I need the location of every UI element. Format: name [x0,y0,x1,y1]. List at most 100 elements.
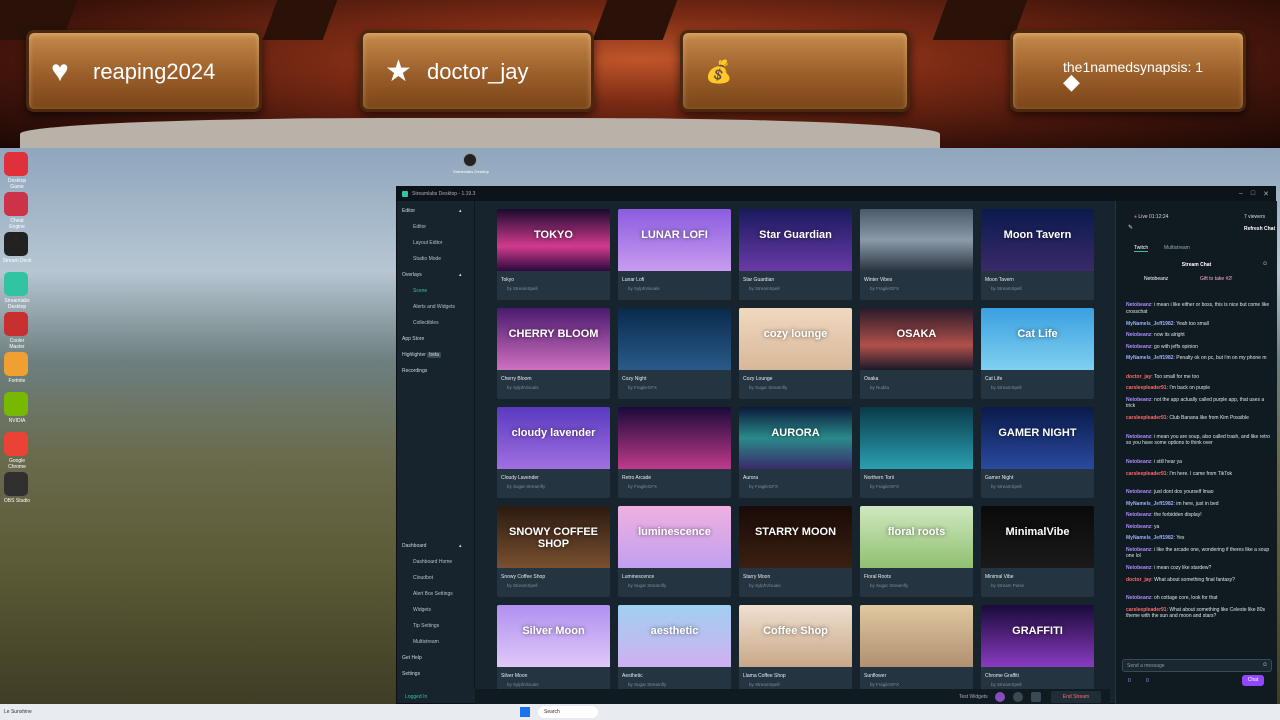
theme-thumbnail[interactable]: aesthetic [618,605,731,667]
refresh-chat-button[interactable]: Refresh Chat [1244,226,1275,232]
theme-card[interactable]: luminescence Luminescence by Sugar Streamf… [618,506,731,597]
theme-card[interactable]: floral roots Floral Roots by Sugar Streamf… [860,506,973,597]
chat-username[interactable]: doctor_jay [1126,577,1151,583]
theme-thumbnail[interactable] [860,605,973,667]
chat-username[interactable]: Netobeanz [1126,489,1151,495]
chat-username[interactable]: Netobeanz [1126,565,1151,571]
chat-username[interactable]: carsleepleader91 [1126,415,1167,421]
desktop-app-icon[interactable] [4,432,28,456]
theme-thumbnail[interactable]: STARRY MOON [739,506,852,568]
chat-username[interactable]: MyNamels_Jeff1982 [1126,321,1174,327]
theme-thumbnail[interactable] [860,209,973,271]
theme-card[interactable]: TOKYO Tokyo by StreamSpell [497,209,610,300]
theme-thumbnail[interactable]: Coffee Shop [739,605,852,667]
chat-username[interactable]: carsleepleader91 [1126,607,1167,613]
record-icon[interactable] [995,692,1005,702]
theme-thumbnail[interactable]: luminescence [618,506,731,568]
end-stream-button[interactable]: End Stream [1051,691,1101,703]
theme-card[interactable]: MinimalVibe Minimal Vibe by Stream Pulse [981,506,1094,597]
chat-username[interactable]: Netobeanz [1126,434,1151,440]
theme-thumbnail[interactable]: OSAKA [860,308,973,370]
close-icon[interactable]: ✕ [1263,190,1269,198]
theme-thumbnail[interactable]: Star Guardian [739,209,852,271]
nav-dashboard[interactable]: Dashboard ▴ [402,543,462,549]
theme-card[interactable]: Sunflower by FragileGFX [860,605,973,689]
chat-username[interactable]: Netobeanz [1126,459,1151,465]
nav-cloudbot[interactable]: Cloudbot [413,575,433,581]
desktop-app-icon[interactable] [4,392,28,416]
nav-app-store[interactable]: App Store [402,336,424,342]
theme-card[interactable]: Coffee Shop Llama Coffee Shop by StreamSpe… [739,605,852,689]
chat-username[interactable]: Netobeanz [1126,512,1151,518]
nav-overlays[interactable]: Overlays ▴ [402,272,462,278]
nav-layout-editor[interactable]: Layout Editor [413,240,442,246]
theme-card[interactable]: LUNAR LOFI Lunar Lofi by SylphVisuals [618,209,731,300]
settings-icon[interactable] [1031,692,1041,702]
nav-settings[interactable]: Settings [402,671,420,677]
chat-username[interactable]: MyNamels_Jeff1982 [1126,355,1174,361]
theme-thumbnail[interactable]: GAMER NIGHT [981,407,1094,469]
test-widgets-button[interactable]: Test Widgets [959,694,988,700]
logged-in-label[interactable]: Logged In [405,694,427,700]
chat-username[interactable]: MyNamels_Jeff1982 [1126,501,1174,507]
nav-highlighter[interactable]: Highlighter beta [402,352,442,358]
theme-card[interactable]: Star Guardian Star Guardian by StreamSpell [739,209,852,300]
theme-card[interactable]: GAMER NIGHT Gamer Night by StreamSpell [981,407,1094,498]
nav-alerts-widgets[interactable]: Alerts and Widgets [413,304,455,310]
theme-card[interactable]: SNOWY COFFEE SHOP Snowy Coffee Shop by Str… [497,506,610,597]
desktop-app-icon[interactable] [4,232,28,256]
chat-username[interactable]: Netobeanz [1126,344,1151,350]
chat-send-button[interactable]: Chat [1242,675,1264,686]
nav-editor[interactable]: Editor ▴ [402,208,462,214]
chat-username[interactable]: doctor_jay [1126,374,1151,380]
chat-username[interactable]: Netobeanz [1126,397,1151,403]
desktop-app-icon[interactable] [4,272,28,296]
theme-thumbnail[interactable]: TOKYO [497,209,610,271]
nav-recordings[interactable]: Recordings [402,368,427,374]
chat-username[interactable]: MyNamels_Jeff1982 [1126,535,1174,541]
theme-thumbnail[interactable]: Moon Tavern [981,209,1094,271]
theme-thumbnail[interactable]: LUNAR LOFI [618,209,731,271]
chat-username[interactable]: Netobeanz [1126,332,1151,338]
theme-thumbnail[interactable]: cozy lounge [739,308,852,370]
nav-get-help[interactable]: Get Help [402,655,422,661]
theme-thumbnail[interactable]: Silver Moon [497,605,610,667]
theme-card[interactable]: cozy lounge Cozy Lounge by Sugar Streamfly [739,308,852,399]
chat-username[interactable]: Netobeanz [1126,595,1151,601]
theme-card[interactable]: aesthetic Aesthetic by Sugar Streamfly [618,605,731,689]
desktop-app-icon[interactable] [4,192,28,216]
nav-tip-settings[interactable]: Tip Settings [413,623,439,629]
nav-alert-box-settings[interactable]: Alert Box Settings [413,591,453,597]
theme-card[interactable]: Retro Arcade by FragileGFX [618,407,731,498]
nav-collectibles[interactable]: Collectibles [413,320,439,326]
desktop-app-icon[interactable] [4,152,28,176]
theme-thumbnail[interactable]: cloudy lavender [497,407,610,469]
user-list-icon[interactable]: ☺ [1262,261,1268,267]
desktop-app-icon[interactable] [4,352,28,376]
tab-multistream[interactable]: Multistream [1164,245,1190,251]
chat-username[interactable]: Netobeanz [1126,302,1151,308]
theme-card[interactable]: GRAFFITI Chrome Graffiti by StreamSpell [981,605,1094,689]
taskbar-search[interactable]: Search [538,706,598,718]
theme-thumbnail[interactable]: floral roots [860,506,973,568]
taskbar-weather[interactable]: Le Sunshine [4,709,32,715]
edit-icon[interactable]: ✎ [1128,224,1133,231]
desktop-app-icon[interactable] [4,472,28,496]
theme-card[interactable]: Cat Life Cat Life by StreamSpell [981,308,1094,399]
theme-thumbnail[interactable]: CHERRY BLOOM [497,308,610,370]
theme-thumbnail[interactable]: Cat Life [981,308,1094,370]
theme-card[interactable]: OSAKA Osaka by Nudita [860,308,973,399]
theme-card[interactable]: cloudy lavender Cloudy Lavender by Sugar S… [497,407,610,498]
chat-username[interactable]: carsleepleader91 [1126,385,1167,391]
chat-username[interactable]: Netobeanz [1126,524,1151,530]
windows-start-icon[interactable] [520,707,530,717]
theme-thumbnail[interactable] [618,407,731,469]
theme-card[interactable]: Winter Vibes by FragileGFX [860,209,973,300]
theme-card[interactable]: Moon Tavern Moon Tavern by StreamSpell [981,209,1094,300]
chat-username[interactable]: Netobeanz [1126,547,1151,553]
nav-scene[interactable]: Scene [413,288,427,294]
minimize-icon[interactable]: – [1239,190,1243,198]
theme-thumbnail[interactable] [618,308,731,370]
chat-input[interactable]: Send a message ☺ [1122,659,1272,672]
desktop-app-icon[interactable] [4,312,28,336]
